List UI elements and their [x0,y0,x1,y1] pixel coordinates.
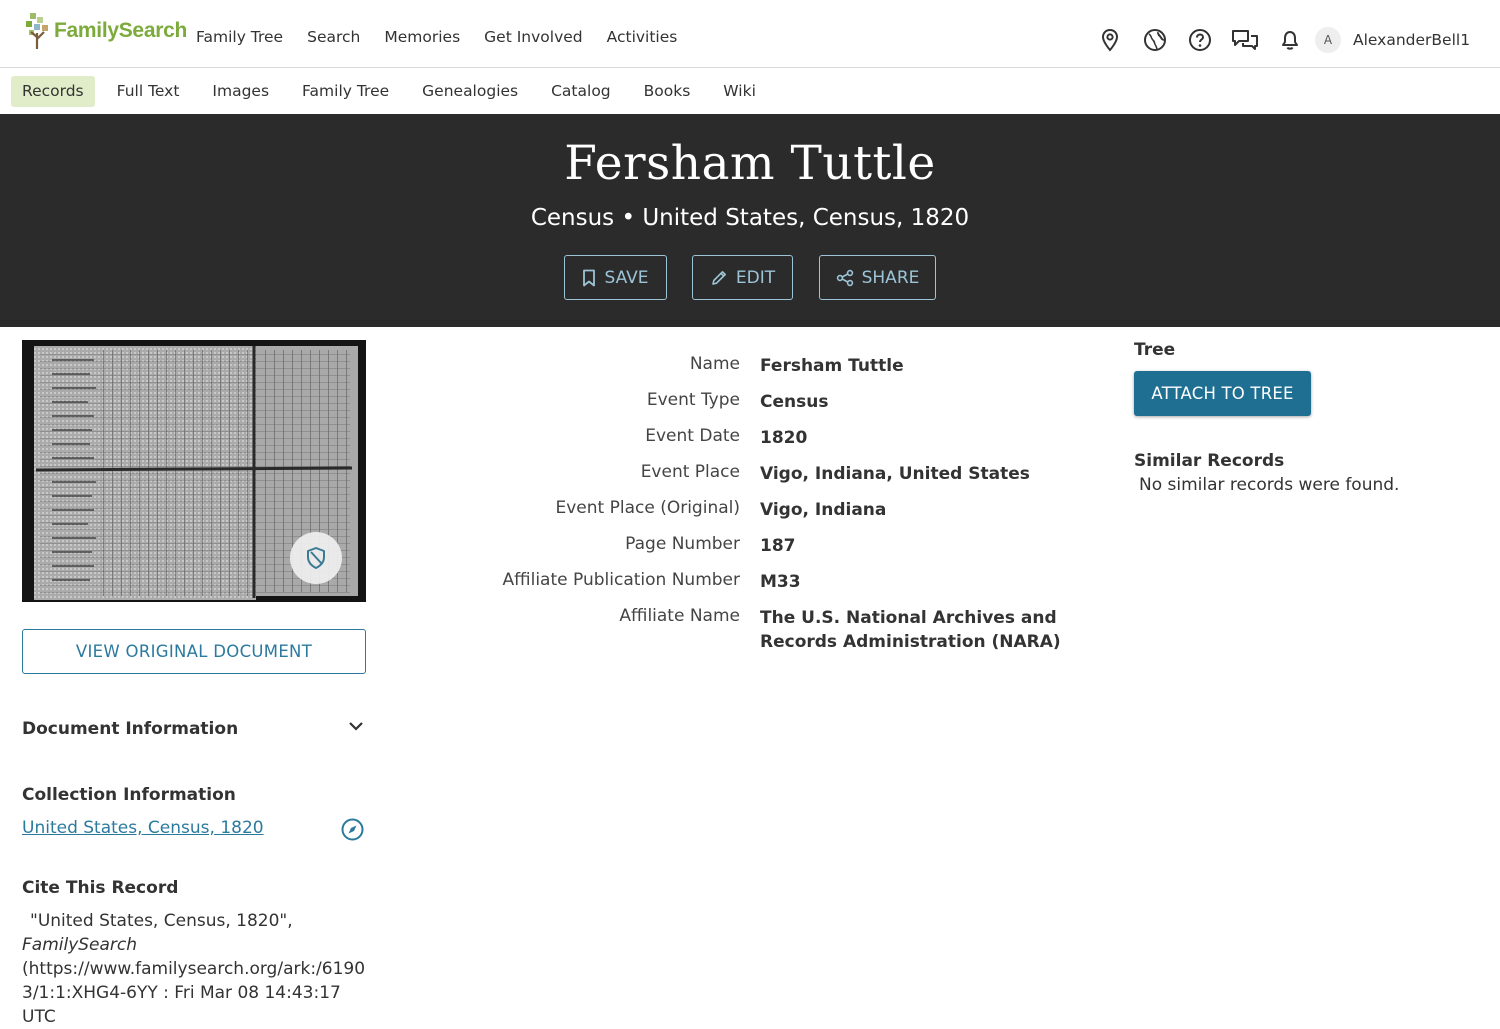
page-title: Fersham Tuttle [564,136,936,191]
field-value: Fersham Tuttle [760,356,904,376]
tree-logo-icon [26,13,48,49]
tab-catalog[interactable]: Catalog [540,76,622,107]
field-label: Event Place [640,462,740,482]
location-pin-icon[interactable] [1096,26,1124,54]
bookmark-icon [583,269,596,286]
top-navigation-bar: FamilySearch Family Tree Search Memories… [0,0,1500,68]
nav-memories[interactable]: Memories [384,28,460,46]
tab-genealogies[interactable]: Genealogies [411,76,529,107]
field-value: Vigo, Indiana, United States [760,464,1030,484]
field-label: Event Date [645,426,740,446]
header-icons: A AlexanderBell1 [1096,26,1470,54]
citation-text: "United States, Census, 1820", FamilySea… [22,909,372,1029]
share-button[interactable]: SHARE [819,255,936,300]
shield-slash-icon [307,547,325,569]
save-button[interactable]: SAVE [564,255,667,300]
share-label: SHARE [861,267,920,288]
username[interactable]: AlexanderBell1 [1353,31,1470,49]
avatar[interactable]: A [1315,27,1341,53]
tab-books[interactable]: Books [633,76,702,107]
tree-section-title: Tree [1134,340,1176,360]
field-value: Census [760,392,829,412]
restricted-image-button[interactable] [290,532,342,584]
nav-family-tree[interactable]: Family Tree [196,28,283,46]
share-icon [836,269,853,286]
logo-text: FamilySearch [54,19,187,42]
record-subtitle: Census • United States, Census, 1820 [530,205,970,231]
tab-family-tree[interactable]: Family Tree [291,76,400,107]
field-label: Affiliate Publication Number [502,570,740,590]
collection-information-title: Collection Information [22,785,236,805]
field-value: M33 [760,572,801,592]
citation-line-1: "United States, Census, 1820", [30,911,293,931]
field-label: Affiliate Name [619,606,740,626]
field-value: 187 [760,536,796,556]
record-banner: Fersham Tuttle Census • United States, C… [0,114,1500,327]
field-value: 1820 [760,428,808,448]
chat-icon[interactable] [1231,26,1259,54]
field-value: Vigo, Indiana [760,500,887,520]
field-label: Event Place (Original) [555,498,741,518]
field-label: Event Type [646,390,740,410]
tab-wiki[interactable]: Wiki [712,76,767,107]
familysearch-logo[interactable]: FamilySearch [24,10,187,52]
collection-link[interactable]: United States, Census, 1820 [22,818,264,838]
tab-full-text[interactable]: Full Text [106,76,191,107]
document-information-toggle[interactable]: Document Information [22,719,238,739]
search-subnav: Records Full Text Images Family Tree Gen… [0,68,1500,114]
pencil-icon [712,270,726,285]
nav-search[interactable]: Search [307,28,360,46]
save-label: SAVE [604,267,649,288]
field-value: The U.S. National Archives and Records A… [760,608,1061,652]
tab-records[interactable]: Records [11,75,95,107]
document-thumbnail[interactable] [22,340,366,602]
bell-icon[interactable] [1276,26,1304,54]
help-icon[interactable] [1186,26,1214,54]
chevron-down-icon[interactable] [346,716,366,740]
tab-images[interactable]: Images [201,76,280,107]
similar-records-title: Similar Records [1134,451,1285,471]
field-label: Name [689,354,740,374]
cite-this-record-title: Cite This Record [22,878,179,898]
nav-get-involved[interactable]: Get Involved [484,28,582,46]
field-label: Page Number [625,534,740,554]
nav-activities[interactable]: Activities [607,28,678,46]
citation-line-4: 3/1:1:XHG4-6YY : Fri Mar 08 14:43:17 UTC [22,983,341,1027]
edit-label: EDIT [735,267,776,288]
attach-to-tree-button[interactable]: ATTACH TO TREE [1134,371,1311,416]
main-nav: Family Tree Search Memories Get Involved… [196,28,701,46]
edit-button[interactable]: EDIT [692,255,793,300]
view-original-document-button[interactable]: VIEW ORIGINAL DOCUMENT [22,629,366,674]
citation-line-3: (https://www.familysearch.org/ark:/6190 [22,959,366,979]
compass-icon[interactable] [340,817,365,846]
similar-records-empty-text: No similar records were found. [1139,475,1400,495]
globe-icon[interactable] [1141,26,1169,54]
citation-line-2: FamilySearch [22,935,138,955]
